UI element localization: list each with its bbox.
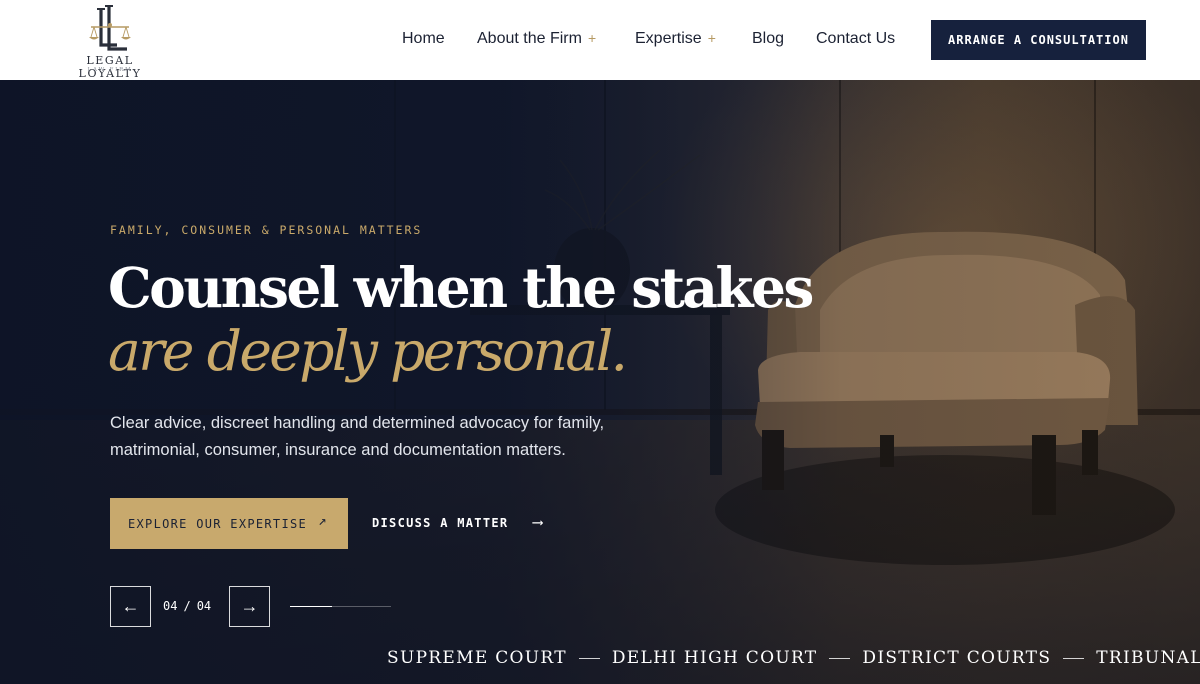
button-label: EXPLORE OUR EXPERTISE bbox=[128, 516, 308, 531]
nav-item-label: Contact Us bbox=[816, 30, 896, 47]
scales-of-justice-icon bbox=[89, 5, 131, 51]
arrange-consultation-button[interactable]: ARRANGE A CONSULTATION bbox=[931, 20, 1146, 60]
arrow-left-icon: ← bbox=[121, 596, 140, 616]
nav-item-label: Expertise bbox=[635, 30, 702, 47]
nav-item-contact-us[interactable]: Contact Us bbox=[816, 30, 895, 48]
court-name: TRIBUNALS bbox=[1096, 648, 1200, 668]
nav-item-label: Home bbox=[402, 30, 445, 47]
slide-separator: / bbox=[183, 599, 191, 613]
hero-eyebrow: FAMILY, CONSUMER & PERSONAL MATTERS bbox=[110, 223, 423, 237]
nav-item-label: About the Firm bbox=[477, 30, 582, 47]
slider-prev-button[interactable]: ← bbox=[110, 586, 151, 627]
arrow-right-icon: → bbox=[240, 596, 259, 616]
slider-next-button[interactable]: → bbox=[229, 586, 270, 627]
explore-expertise-button[interactable]: EXPLORE OUR EXPERTISE ↗ bbox=[110, 498, 348, 549]
court-name: DISTRICT COURTS bbox=[862, 648, 1052, 668]
plus-icon: + bbox=[587, 30, 597, 46]
slide-total: 04 bbox=[196, 599, 212, 613]
court-name: SUPREME COURT bbox=[387, 648, 567, 668]
brand-logo[interactable]: LEGAL LOYALTY LAW FIRM bbox=[54, 5, 166, 80]
divider bbox=[578, 657, 600, 659]
nav-item-label: Blog bbox=[752, 30, 785, 47]
nav-item-expertise[interactable]: Expertise + bbox=[635, 30, 716, 48]
hero-section: FAMILY, CONSUMER & PERSONAL MATTERS Coun… bbox=[0, 80, 1200, 684]
hero-description: Clear advice, discreet handling and dete… bbox=[110, 414, 605, 459]
nav-item-blog[interactable]: Blog bbox=[752, 30, 784, 48]
slide-progress-fill bbox=[290, 606, 333, 607]
arrow-up-right-icon: ↗ bbox=[318, 513, 328, 529]
hero-headline: Counsel when the stakes bbox=[108, 255, 814, 320]
nav-item-about-the-firm[interactable]: About the Firm + bbox=[477, 30, 596, 48]
courts-list: SUPREME COURT DELHI HIGH COURT DISTRICT … bbox=[387, 648, 1200, 668]
court-name: DELHI HIGH COURT bbox=[611, 648, 818, 668]
nav-item-home[interactable]: Home bbox=[402, 30, 445, 48]
divider bbox=[1063, 657, 1085, 659]
arrow-right-icon: ⟶ bbox=[532, 513, 544, 531]
slide-counter: 04 / 04 bbox=[163, 599, 211, 613]
brand-tagline: LAW FIRM bbox=[87, 67, 133, 73]
hero-headline-accent: are deeply personal. bbox=[108, 319, 628, 383]
slide-current: 04 bbox=[163, 599, 178, 613]
discuss-matter-link[interactable]: DISCUSS A MATTER ⟶ bbox=[372, 513, 543, 531]
slide-progress-bar bbox=[290, 606, 391, 607]
link-label: DISCUSS A MATTER bbox=[372, 516, 509, 530]
site-header: LEGAL LOYALTY LAW FIRM Home About the Fi… bbox=[0, 0, 1200, 80]
plus-icon: + bbox=[707, 30, 716, 46]
divider bbox=[829, 657, 851, 659]
